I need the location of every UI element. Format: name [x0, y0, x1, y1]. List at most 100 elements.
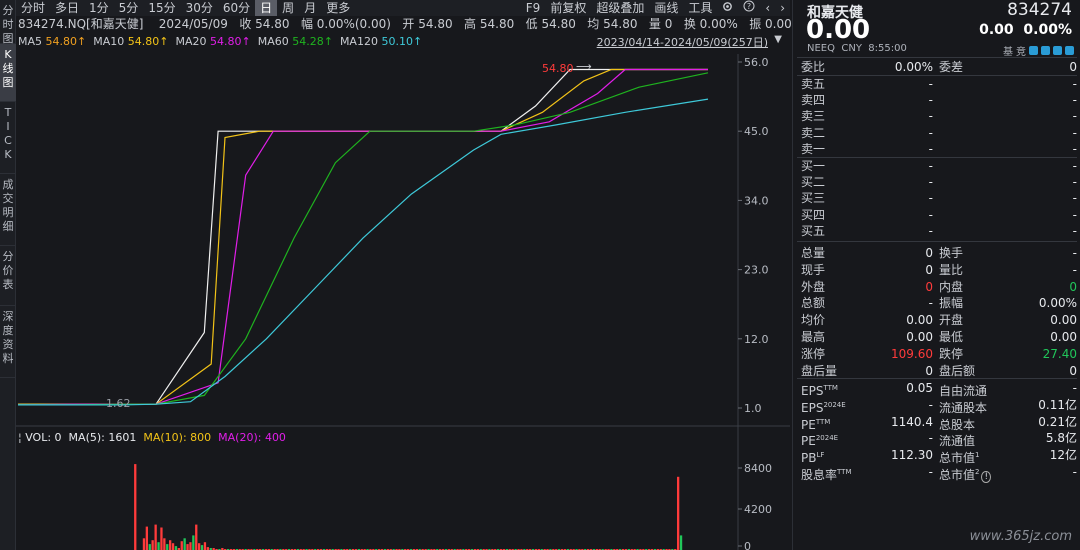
fund-value: -: [928, 464, 933, 479]
tab-price-table[interactable]: 分 价 表: [0, 246, 16, 306]
stats-value: 109.60: [891, 346, 933, 361]
period-month[interactable]: 月: [299, 0, 321, 16]
volume-bar: [200, 545, 204, 550]
stats-value: 0.00: [1050, 313, 1077, 328]
volume-bar: [677, 476, 680, 550]
f9-button[interactable]: F9: [521, 0, 546, 16]
stats-value: 0: [925, 262, 933, 277]
ask-book: 卖五 - - 卖四 - - 卖三 - - 卖二 - - 卖一 - -: [801, 76, 1077, 157]
period-week[interactable]: 周: [277, 0, 299, 16]
divider: [797, 378, 1077, 379]
stats-value: 0: [925, 363, 933, 378]
tab-basic[interactable]: 基: [1003, 43, 1013, 58]
fund-label: 总股本: [939, 417, 976, 432]
share-icon[interactable]: [1053, 46, 1062, 55]
ask-row[interactable]: 卖三 - -: [801, 108, 1077, 124]
edit-icon[interactable]: [1041, 46, 1050, 55]
fund-label: 流通股本: [939, 400, 988, 415]
fund-label: PE2024E: [801, 434, 839, 449]
bid-book: 买一 - - 买二 - - 买三 - - 买四 - - 买五 - -: [801, 158, 1077, 239]
vol-ma5: MA(5): 1601: [68, 431, 137, 444]
volume-bar: [192, 535, 195, 550]
bid-row[interactable]: 买四 - -: [801, 207, 1077, 223]
draw-line-button[interactable]: 画线: [649, 0, 683, 16]
stats-label: 总额: [801, 296, 826, 311]
vol-ma10: MA(10): 800: [143, 431, 212, 444]
fund-value: -: [1072, 464, 1077, 479]
prev-icon[interactable]: ‹: [760, 0, 775, 16]
fundamentals-row: PETTM 1140.4 总股本 0.21亿: [801, 414, 1077, 432]
volume-legend: ¦ VOL: 0 MA(5): 1601 MA(10): 800 MA(20):…: [18, 431, 286, 444]
price-tick-label: 34.0: [744, 194, 769, 207]
volume-bar: [203, 542, 207, 550]
period-more[interactable]: 更多: [321, 0, 355, 16]
tab-intraday[interactable]: 分 时 图: [0, 0, 16, 45]
wei-bi-row: 委比 0.00% 委差 0: [801, 60, 1077, 74]
divider: [797, 241, 1077, 242]
grid-icon[interactable]: [1065, 46, 1074, 55]
tools-button[interactable]: 工具: [683, 0, 717, 16]
pencil-icon[interactable]: [1029, 46, 1038, 55]
period-5min[interactable]: 5分: [114, 0, 144, 16]
fund-value: 0.05: [906, 381, 933, 395]
overlay-button[interactable]: 超级叠加: [591, 0, 649, 16]
fund-label: 自由流通: [939, 384, 988, 398]
period-day[interactable]: 日: [255, 0, 278, 16]
ask-row[interactable]: 卖二 - -: [801, 125, 1077, 141]
stats-value: 0: [925, 246, 933, 260]
period-multiday[interactable]: 多日: [50, 0, 84, 16]
vol-ma20: MA(20): 400: [218, 431, 286, 444]
stats-value: 0: [1069, 363, 1077, 378]
ma-line-ma120: [18, 98, 709, 406]
period-intraday[interactable]: 分时: [16, 0, 50, 16]
stats-value: 0.00%: [1038, 296, 1077, 311]
volume-bar: [189, 542, 192, 550]
tab-tick[interactable]: T I C K: [0, 102, 16, 174]
stats-table: 总量 0 换手 - 现手 0 量比 - 外盘 0 内盘 0 总额 - 振幅 0.00% 均价 0.00 开盘 0.00…: [801, 245, 1077, 379]
fund-value: 0.11亿: [1038, 397, 1077, 412]
volume-tick-label: 0: [744, 540, 751, 550]
fund-label: PBLF: [801, 451, 825, 466]
stats-label: 盘后额: [939, 363, 976, 378]
watermark: www.365jz.com: [969, 529, 1072, 544]
fund-label: 股息率TTM: [801, 467, 852, 482]
fund-value: 112.30: [891, 448, 933, 463]
tab-trade-detail[interactable]: 成 交 明 细: [0, 174, 16, 246]
period-60min[interactable]: 60分: [218, 0, 255, 16]
stats-row: 均价 0.00 开盘 0.00: [801, 312, 1077, 329]
info-icon[interactable]: !: [981, 470, 992, 483]
stats-label: 外盘: [801, 279, 826, 294]
ask-row[interactable]: 卖五 - -: [801, 76, 1077, 92]
help-icon[interactable]: ?: [738, 0, 760, 16]
ask-row[interactable]: 卖一 - -: [801, 141, 1077, 157]
period-30min[interactable]: 30分: [181, 0, 218, 16]
volume-bar: [157, 542, 160, 550]
bid-row[interactable]: 买三 - -: [801, 190, 1077, 206]
bid-row[interactable]: 买二 - -: [801, 174, 1077, 190]
stats-label: 均价: [801, 313, 826, 328]
volume-menu-icon[interactable]: ¦: [18, 431, 22, 444]
stats-label: 盘后量: [801, 363, 838, 378]
fund-value: 5.8亿: [1045, 431, 1077, 446]
period-1min[interactable]: 1分: [84, 0, 114, 16]
period-15min[interactable]: 15分: [143, 0, 180, 16]
settings-icon[interactable]: [717, 0, 738, 16]
next-icon[interactable]: ›: [775, 0, 790, 16]
stats-row: 盘后量 0 盘后额 0: [801, 363, 1077, 380]
stats-value: 0: [925, 279, 933, 294]
fund-value: 12亿: [1049, 448, 1077, 463]
price-tick-label: 12.0: [744, 333, 769, 346]
stock-code: 834274: [1007, 0, 1072, 20]
tab-depth-info[interactable]: 深 度 资 料: [0, 306, 16, 378]
fund-label: EPSTTM: [801, 384, 838, 398]
tab-kline[interactable]: K 线 图: [0, 44, 16, 102]
tab-auction[interactable]: 竞: [1016, 43, 1026, 58]
fundamentals-row: PBLF 112.30 总市值1 12亿: [801, 447, 1077, 466]
bid-row[interactable]: 买一 - -: [801, 158, 1077, 174]
stats-label: 内盘: [939, 279, 964, 294]
ask-row[interactable]: 卖四 - -: [801, 92, 1077, 108]
adjust-button[interactable]: 前复权: [545, 0, 591, 16]
volume-bar: [160, 527, 163, 550]
stats-value: 0.00: [906, 313, 933, 328]
bid-row[interactable]: 买五 - -: [801, 223, 1077, 239]
